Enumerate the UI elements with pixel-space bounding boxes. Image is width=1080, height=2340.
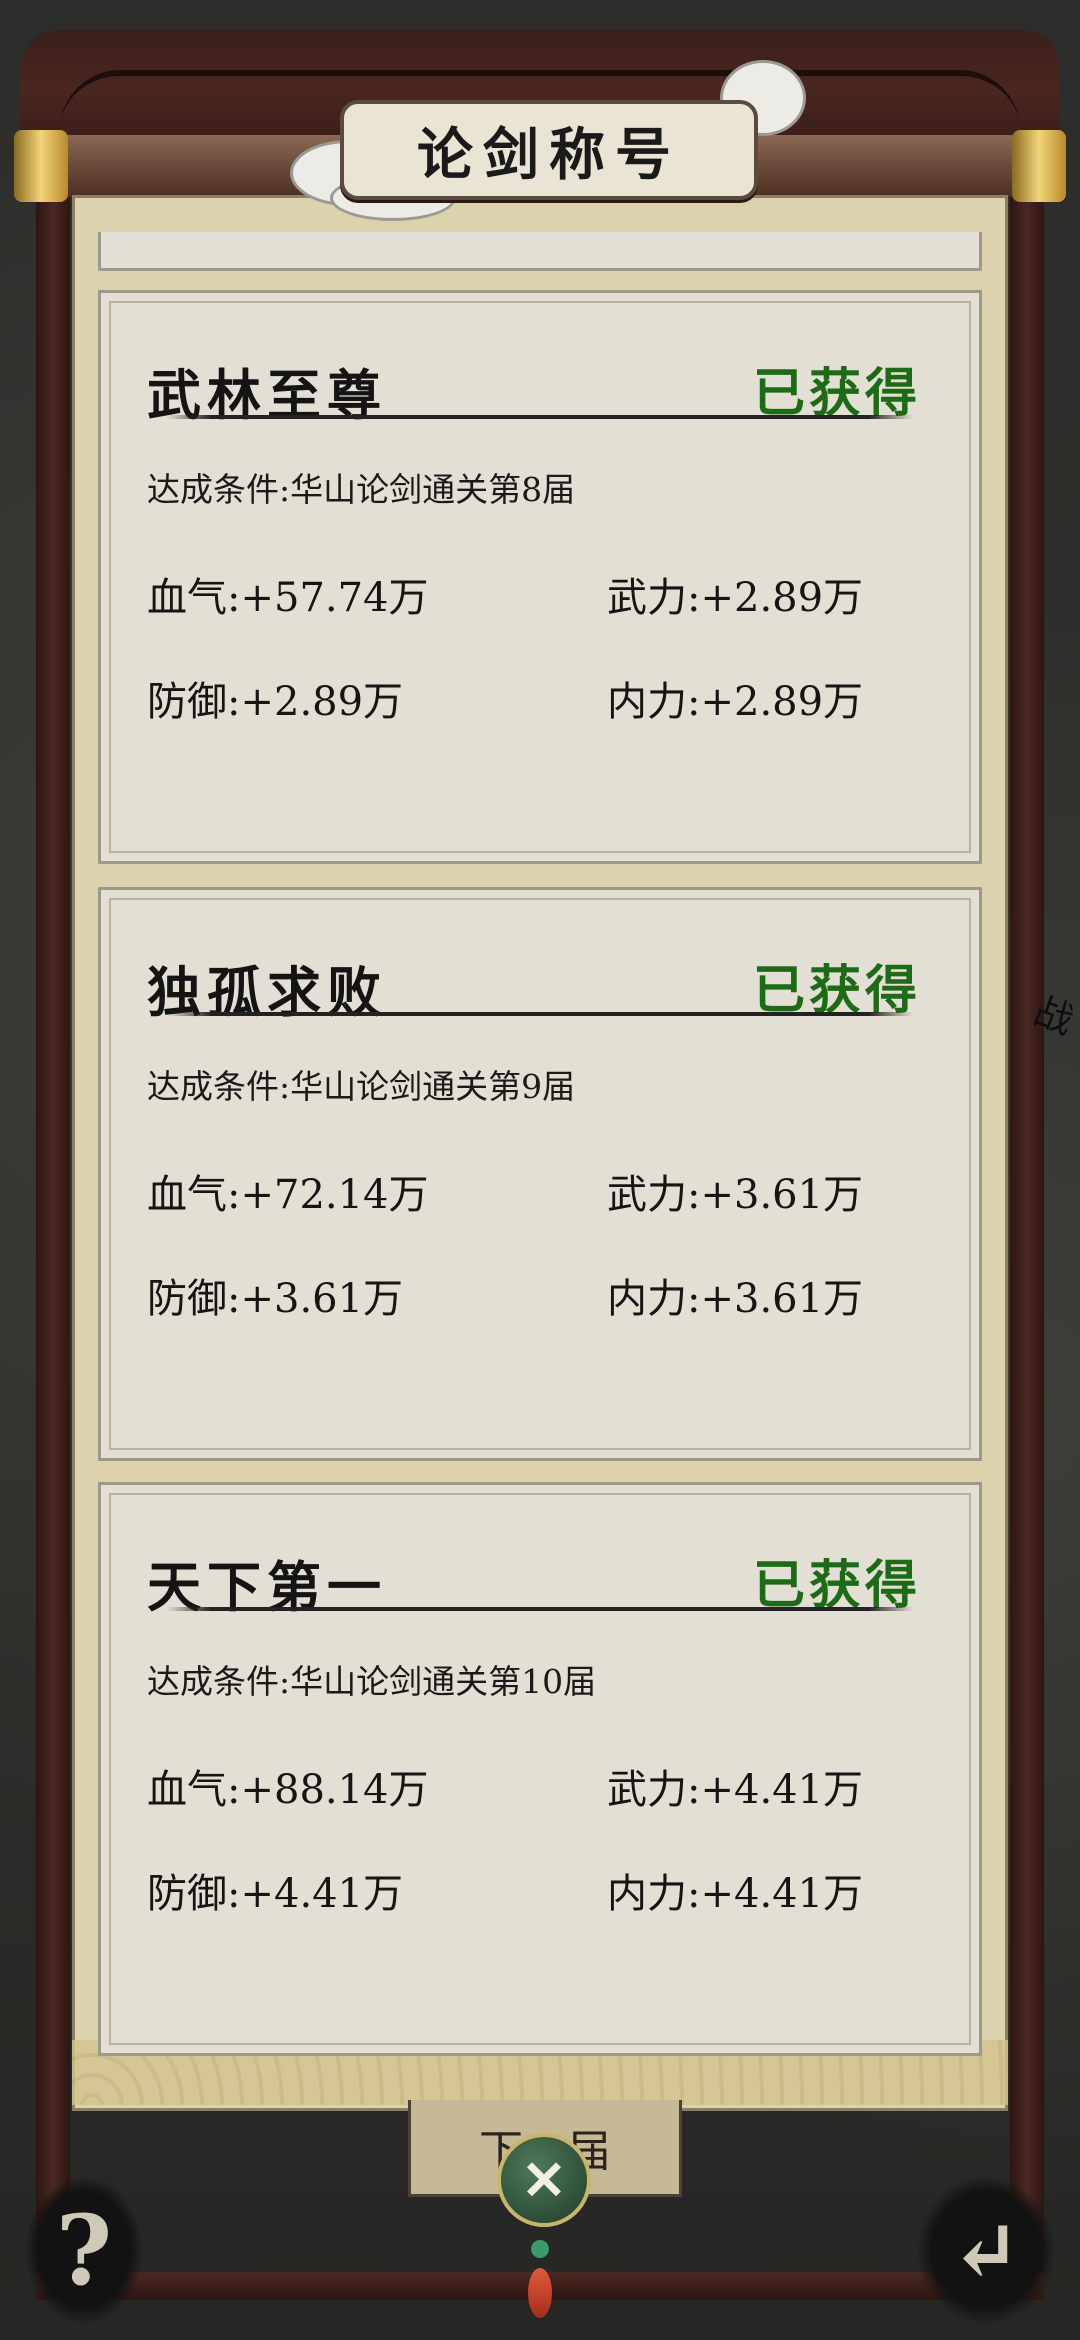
title-card[interactable]: 武林至尊 已获得 达成条件:华山论剑通关第8届 血气:+57.74万 武力:+2… <box>98 290 982 864</box>
stat-inner: 内力:+2.89万 <box>607 679 864 725</box>
stat-blood: 血气:+88.14万 <box>147 1767 429 1813</box>
jade-bead <box>531 2240 549 2258</box>
frame-left <box>36 140 70 2300</box>
stat-blood: 血气:+72.14万 <box>147 1172 429 1218</box>
stat-defense: 防御:+2.89万 <box>147 679 404 725</box>
question-icon[interactable]: ? <box>24 2175 144 2325</box>
divider <box>167 1012 913 1016</box>
return-arrow-icon[interactable]: ↵ <box>916 2175 1056 2325</box>
tassel <box>528 2268 552 2318</box>
stat-force: 武力:+2.89万 <box>607 575 864 621</box>
stat-force: 武力:+3.61万 <box>607 1172 864 1218</box>
page-title: 论剑称号 <box>417 121 681 188</box>
stat-inner: 内力:+4.41万 <box>607 1871 864 1917</box>
crossed-swords-icon[interactable]: ✕ <box>497 2133 591 2227</box>
condition-text: 达成条件:华山论剑通关第10届 <box>147 1662 597 1701</box>
title-plaque: 论剑称号 <box>340 100 758 200</box>
divider <box>167 1607 913 1611</box>
stat-defense: 防御:+4.41万 <box>147 1871 404 1917</box>
title-card[interactable]: 天下第一 已获得 达成条件:华山论剑通关第10届 血气:+88.14万 武力:+… <box>98 1482 982 2056</box>
stat-inner: 内力:+3.61万 <box>607 1276 864 1322</box>
stat-blood: 血气:+57.74万 <box>147 575 429 621</box>
divider <box>167 415 913 419</box>
partial-card <box>98 232 982 271</box>
stat-defense: 防御:+3.61万 <box>147 1276 404 1322</box>
condition-text: 达成条件:华山论剑通关第9届 <box>147 1067 576 1106</box>
title-card[interactable]: 独孤求败 已获得 达成条件:华山论剑通关第9届 血气:+72.14万 武力:+3… <box>98 887 982 1461</box>
frame-right <box>1010 140 1044 2300</box>
condition-text: 达成条件:华山论剑通关第8届 <box>147 470 576 509</box>
stat-force: 武力:+4.41万 <box>607 1767 864 1813</box>
rod-cap-right <box>1012 130 1066 202</box>
rod-cap-left <box>14 130 68 202</box>
